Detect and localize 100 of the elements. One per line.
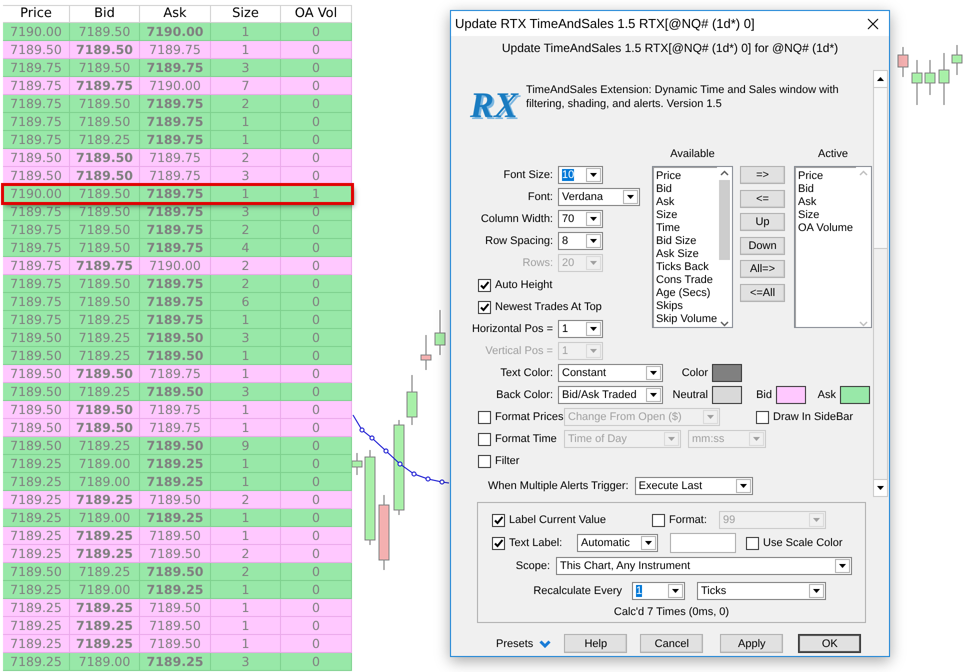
table-cell: 7189.25 — [140, 509, 211, 527]
dropdown-arrow-icon — [590, 217, 597, 221]
color-swatch[interactable] — [712, 386, 742, 404]
checkbox[interactable] — [478, 300, 491, 314]
list-item[interactable]: Ticks Back — [656, 261, 718, 274]
field-label: Bid — [755, 389, 772, 401]
table-cell: 7189.50 — [70, 149, 140, 167]
ok-button[interactable]: OK — [798, 634, 862, 653]
table-cell: 0 — [281, 419, 352, 437]
list-item[interactable]: Size — [656, 209, 718, 222]
chevron-down-icon — [539, 640, 552, 648]
table-cell: 7189.50 — [3, 347, 70, 365]
cancel-button[interactable]: Cancel — [640, 634, 704, 653]
table-cell: 2 — [211, 257, 281, 275]
dropdown[interactable]: 10 — [558, 166, 603, 184]
checkbox[interactable] — [492, 536, 505, 550]
table-cell: 7189.50 — [140, 545, 211, 563]
help-button[interactable]: Help — [564, 634, 628, 653]
checkbox[interactable] — [478, 410, 491, 424]
list-item[interactable]: OA Volume — [798, 222, 856, 235]
list-item[interactable]: Bid — [798, 183, 856, 196]
table-cell: 7189.00 — [70, 455, 140, 473]
move-button[interactable]: Up — [740, 213, 785, 231]
checkbox[interactable] — [478, 432, 491, 446]
checkbox[interactable] — [478, 278, 491, 292]
table-cell: 0 — [281, 293, 352, 311]
move-button[interactable]: <=All — [740, 284, 785, 302]
move-button[interactable]: <= — [740, 190, 785, 208]
list-item[interactable]: Ask — [656, 196, 718, 209]
move-button[interactable]: => — [740, 166, 785, 184]
table-cell: 0 — [281, 77, 352, 95]
checkbox[interactable] — [756, 410, 769, 424]
table-cell: 0 — [281, 527, 352, 545]
checkbox[interactable] — [746, 536, 759, 550]
apply-button[interactable]: Apply — [720, 634, 784, 653]
list-item[interactable]: Price — [798, 170, 856, 183]
table-cell: 3 — [211, 59, 281, 77]
dropdown-arrow-icon — [813, 518, 820, 522]
table-cell: 1 — [211, 113, 281, 131]
checkbox-label: Auto Height — [495, 279, 552, 291]
list-item[interactable]: Age (Secs) — [656, 287, 718, 300]
dropdown[interactable]: Execute Last — [634, 477, 753, 495]
dropdown[interactable]: This Chart, Any Instrument — [556, 557, 852, 575]
table-cell: 7189.50 — [70, 185, 140, 203]
checkbox[interactable] — [652, 514, 665, 526]
table-cell: 7189.25 — [70, 527, 140, 545]
table-cell: 7189.25 — [70, 563, 140, 581]
list-item[interactable]: Skip Volume — [656, 313, 718, 326]
list-item[interactable]: Cons Trade — [656, 274, 718, 287]
color-swatch[interactable] — [712, 364, 742, 382]
table-cell: 7189.75 — [140, 221, 211, 239]
color-swatch[interactable] — [776, 386, 806, 404]
candlestick — [952, 44, 962, 76]
column-header: Bid — [70, 5, 140, 23]
color-swatch[interactable] — [840, 386, 870, 404]
dropdown[interactable]: 1 — [558, 320, 603, 338]
list-item[interactable]: Price — [656, 170, 718, 183]
checkbox[interactable] — [492, 514, 505, 526]
table-cell: 0 — [281, 509, 352, 527]
list-item[interactable]: Bid — [656, 183, 718, 196]
table-cell: 0 — [281, 113, 352, 131]
table-cell: 0 — [281, 23, 352, 41]
checkbox-label: Format: — [669, 514, 708, 526]
table-cell: 0 — [281, 59, 352, 77]
list-item[interactable]: Bid Size — [656, 235, 718, 248]
description-text: TimeAndSales Extension: Dynamic Time and Sales window with filtering, shading, and alerts. Version 1.5 — [526, 83, 840, 112]
column-header: Ask — [140, 5, 211, 23]
text-input[interactable] — [670, 533, 736, 553]
scroll-up-icon[interactable] — [877, 77, 884, 81]
presets-button[interactable]: Presets — [496, 638, 552, 650]
move-button[interactable]: Down — [740, 236, 785, 254]
table-cell: 7190.00 — [140, 257, 211, 275]
dropdown[interactable]: 1 — [632, 582, 685, 600]
list-item[interactable]: Time — [656, 222, 718, 235]
dropdown[interactable]: Automatic — [577, 534, 658, 552]
dropdown[interactable]: Bid/Ask Traded — [558, 386, 663, 404]
dropdown[interactable]: Ticks — [697, 582, 826, 600]
list-item[interactable]: Skips — [656, 300, 718, 313]
table-cell: 7189.25 — [70, 383, 140, 401]
dropdown-arrow-icon — [668, 437, 675, 441]
checkbox[interactable] — [478, 454, 491, 468]
table-cell: 7189.25 — [3, 599, 70, 617]
table-cell: 2 — [211, 491, 281, 509]
scroll-down-icon[interactable] — [877, 486, 884, 490]
close-icon[interactable] — [867, 18, 879, 30]
dropdown[interactable]: Constant — [558, 364, 663, 382]
field-label: Back Color: — [495, 389, 553, 401]
table-cell: 7189.50 — [70, 23, 140, 41]
dropdown[interactable]: 70 — [558, 210, 603, 228]
list-item[interactable]: Ask — [798, 196, 856, 209]
table-cell: 7189.25 — [70, 311, 140, 329]
list-item[interactable]: Ask Size — [656, 248, 718, 261]
table-cell: 7189.75 — [140, 275, 211, 293]
dropdown[interactable]: Verdana — [558, 188, 640, 206]
move-button[interactable]: All=> — [740, 260, 785, 278]
list-item[interactable]: Size — [798, 209, 856, 222]
table-cell: 7189.50 — [3, 383, 70, 401]
candlestick — [898, 46, 908, 78]
dropdown[interactable]: 8 — [558, 232, 603, 250]
table-cell: 7189.25 — [140, 653, 211, 671]
